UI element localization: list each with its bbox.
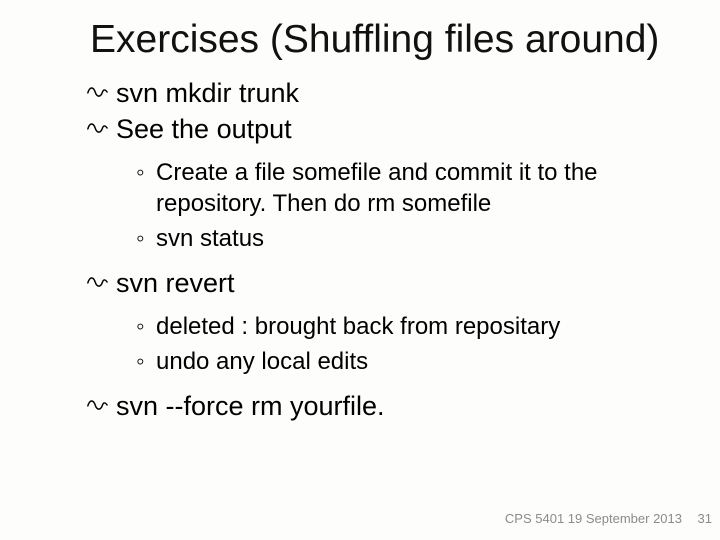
subbullet-text: svn status [156,225,264,252]
subbullet-deleted: deleted : brought back from repositary [144,312,690,343]
subbullet-create-file: Create a file somefile and commit it to … [144,158,690,219]
page-number: 31 [698,511,712,526]
scribble-icon [86,83,110,103]
bullet-text: svn mkdir trunk [116,78,299,108]
scribble-icon [86,396,110,416]
scribble-icon [86,273,110,293]
scribble-icon [86,119,110,139]
bullet-text: See the output [116,114,292,144]
subbullet-svn-status: svn status [144,224,690,255]
bullet-svn-mkdir: svn mkdir trunk [116,77,690,111]
subbullet-text: deleted : brought back from repositary [156,313,560,340]
bullet-svn-force-rm: svn --force rm yourfile. [116,390,690,424]
bullet-text: svn --force rm yourfile. [116,391,385,421]
subbullet-text: undo any local edits [156,348,368,375]
bullet-svn-revert: svn revert [116,267,690,301]
slide-title: Exercises (Shuffling files around) [90,18,690,63]
bullet-text: svn revert [116,268,235,298]
footer-text: CPS 5401 19 September 2013 [505,511,682,526]
subbullet-undo-edits: undo any local edits [144,347,690,378]
slide: Exercises (Shuffling files around) svn m… [0,0,720,540]
subbullet-text: Create a file somefile and commit it to … [156,159,598,217]
bullet-see-output: See the output [116,113,690,147]
